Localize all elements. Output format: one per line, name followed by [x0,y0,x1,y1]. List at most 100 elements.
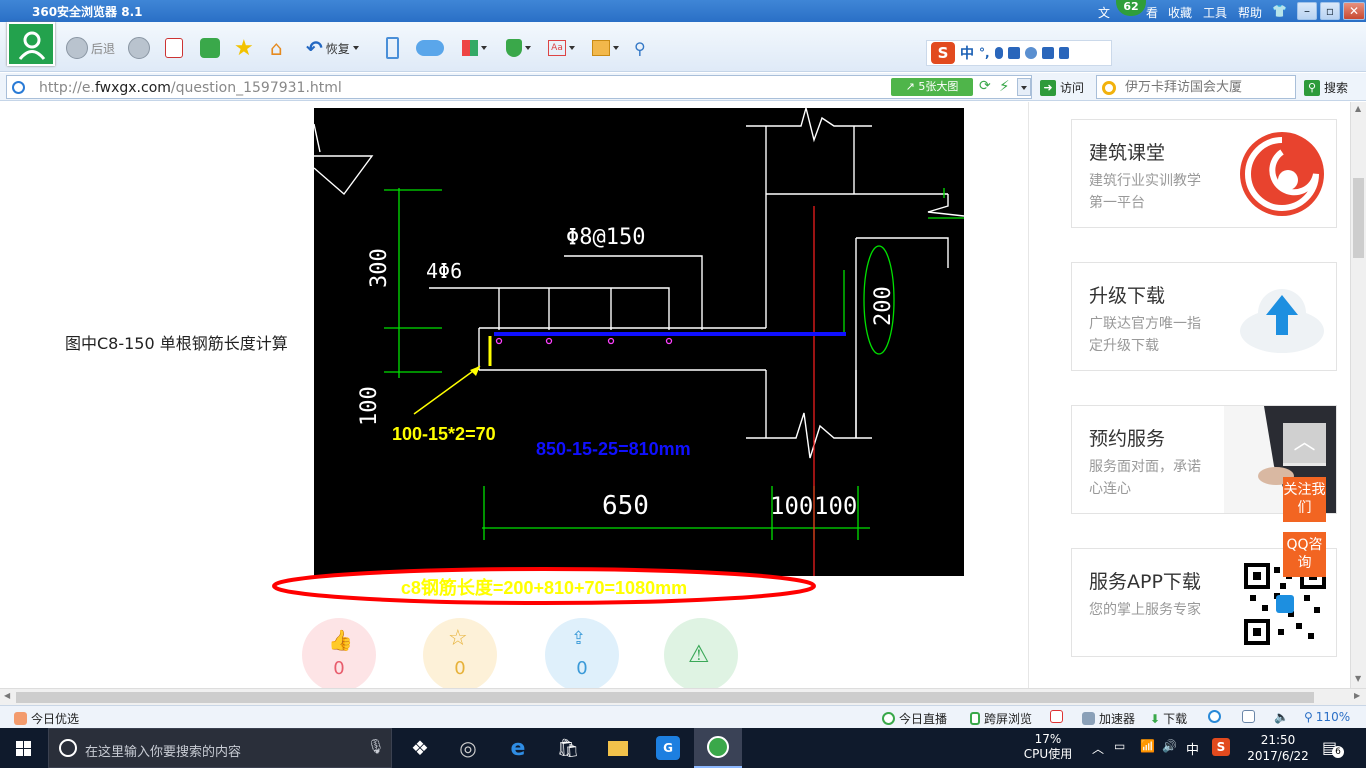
dim-300-label: 300 [367,248,392,288]
restore-button[interactable]: ↶ 恢复 [306,36,359,60]
microphone-icon[interactable] [994,47,1003,59]
keyboard-icon[interactable] [1007,47,1020,59]
volume-icon[interactable]: 🔊 [1162,739,1177,768]
accelerator-button[interactable]: 加速器 [1082,710,1135,727]
ie-icon [1208,710,1221,723]
address-bar[interactable]: http://e.fwxgx.com/question_1597931.html… [6,75,1032,99]
ie-mode-button[interactable] [1208,710,1225,723]
back-to-top-button[interactable]: ︿ [1283,423,1326,466]
scroll-left-icon[interactable]: ◀ [4,691,10,700]
edge-icon: e [510,735,526,761]
stop-button[interactable] [165,36,183,60]
zoom-button[interactable]: ⚲ [634,36,646,60]
menu-item-file[interactable]: 文 [1098,4,1110,21]
taskbar-search-input[interactable]: 在这里输入你要搜索的内容 [85,741,241,760]
share-button[interactable]: ⇪ 0 [545,618,619,688]
shirt-icon[interactable] [1041,47,1054,59]
big-images-button[interactable]: ↗ 5张大图 [891,78,973,96]
window-mode-button[interactable] [1242,710,1259,723]
follow-us-button[interactable]: 关注我们 [1283,477,1326,522]
notification-badge[interactable]: 62 [1116,0,1146,16]
taskbar-app-glodon[interactable]: G [644,728,692,768]
user-icon [18,31,46,60]
blue-annotation: 850-15-25=810mm [536,439,691,459]
punctuation-icon[interactable]: °, [979,46,990,60]
search-input[interactable] [1125,78,1291,96]
user-avatar[interactable] [7,22,55,66]
vertical-scroll-thumb[interactable] [1353,178,1364,258]
refresh-button[interactable] [200,36,220,60]
card-building-class[interactable]: 建筑课堂 建筑行业实训教学第一平台 [1071,119,1337,228]
chevron-down-icon [613,46,619,50]
report-button[interactable]: ⚠ [664,618,738,688]
ime-indicator[interactable]: 中 [1186,739,1199,768]
search-box[interactable] [1096,75,1296,99]
cloud-button[interactable] [416,36,444,60]
today-live-button[interactable]: 今日直播 [882,710,947,727]
action-center-icon[interactable]: ▤ 6 [1322,738,1344,768]
vertical-scrollbar[interactable]: ▲ ▼ [1350,102,1366,688]
globe-icon [12,81,25,94]
menu-item-help[interactable]: 帮助 [1238,4,1262,21]
card-upgrade-download[interactable]: 升级下载 广联达官方唯一指定升级下载 [1071,262,1337,371]
volume-button[interactable]: 🔈 [1274,710,1289,724]
url-text[interactable]: http://e.fwxgx.com/question_1597931.html [39,80,342,96]
translate-button[interactable]: Aa [548,36,575,60]
zoom-level-button[interactable]: ⚲ 110% [1304,710,1350,724]
today-picks-button[interactable]: 今日优选 [14,710,79,727]
horizontal-scroll-thumb[interactable] [16,692,1314,703]
menu-item-view[interactable]: 看 [1146,4,1158,21]
health-icon[interactable] [1050,710,1067,723]
mobile-button[interactable] [386,36,399,60]
home-button[interactable]: ⌂ [270,36,283,60]
taskbar: 在这里输入你要搜索的内容 🎙 ❖ ◎ e 🛍 G 17% CPU使用 ︿ ▭ 📶… [0,728,1366,768]
wrench-icon[interactable] [1058,47,1069,59]
lightning-icon[interactable]: ⚡ [999,77,1010,95]
tray-expand-icon[interactable]: ︿ [1092,740,1104,768]
favorite-button[interactable]: ☆ 0 [423,618,497,688]
cpu-usage[interactable]: 17% CPU使用 [1020,728,1076,768]
taskbar-app-taskview[interactable]: ❖ [396,728,444,768]
taskbar-search[interactable]: 在这里输入你要搜索的内容 🎙 [48,728,392,768]
search-button[interactable]: ⚲ 搜索 [1304,79,1348,96]
battery-icon[interactable]: ▭ [1114,739,1125,768]
taskbar-app-edge[interactable]: e [494,728,542,768]
horizontal-scrollbar[interactable]: ◀ ▶ [0,688,1366,705]
taskbar-app-explorer[interactable] [594,728,642,768]
translate-icon: Aa [548,40,566,56]
scroll-up-icon[interactable]: ▲ [1355,104,1361,113]
scroll-right-icon[interactable]: ▶ [1354,691,1360,700]
download-button[interactable]: ⬇ 下载 [1150,710,1187,727]
menu-item-tools[interactable]: 工具 [1203,4,1227,21]
person-icon[interactable] [1024,47,1037,59]
maximize-button[interactable]: ▫ [1320,2,1340,20]
sogou-tray-icon[interactable]: S [1212,738,1230,756]
taskbar-app-360browser[interactable] [694,728,742,768]
taskbar-app-store[interactable]: 🛍 [544,728,592,768]
visit-button[interactable]: ➜ 访问 [1040,79,1084,96]
back-button[interactable]: 后退 [66,36,115,60]
skin-icon[interactable]: 👕 [1272,4,1287,18]
microphone-icon[interactable]: 🎙 [367,739,385,755]
back-arrow-icon [66,37,88,59]
apps-button[interactable] [462,36,487,60]
start-button[interactable] [0,728,48,768]
wifi-icon[interactable]: 📶 [1140,739,1155,768]
close-button[interactable]: ✕ [1343,2,1365,20]
sync-icon[interactable]: ⟳ [979,78,991,94]
screenshot-button[interactable] [592,36,619,60]
favorites-button[interactable]: ★ [234,36,254,61]
ime-mode[interactable]: 中 [960,43,974,63]
cross-screen-button[interactable]: 跨屏浏览 [970,710,1032,727]
security-button[interactable] [506,36,531,60]
ime-toolbar[interactable]: S 中 °, [926,40,1112,66]
clock[interactable]: 21:50 2017/6/22 [1246,728,1310,768]
qq-consult-button[interactable]: QQ咨询 [1283,532,1326,577]
scroll-down-icon[interactable]: ▼ [1355,674,1361,683]
address-dropdown[interactable] [1017,78,1031,96]
menu-item-favorites[interactable]: 收藏 [1168,4,1192,21]
minimize-button[interactable]: – [1297,2,1317,20]
like-button[interactable]: 👍 0 [302,618,376,688]
taskbar-app-swirl[interactable]: ◎ [444,728,492,768]
forward-button[interactable] [128,36,150,60]
